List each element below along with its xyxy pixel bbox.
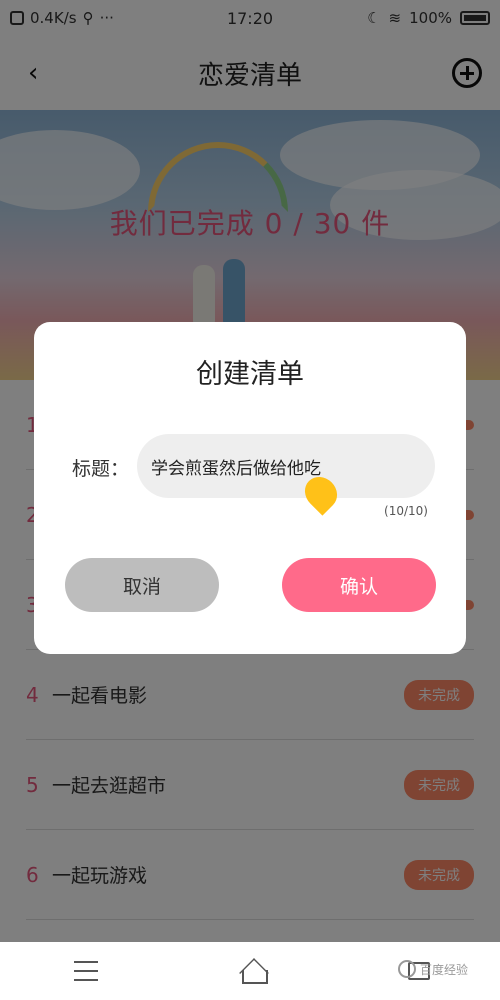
watermark-logo-icon	[398, 960, 416, 978]
watermark: 百度经验	[398, 952, 490, 986]
title-field-label: 标题：	[72, 458, 130, 480]
home-icon[interactable]	[242, 970, 268, 984]
menu-icon[interactable]	[70, 957, 102, 985]
confirm-button[interactable]: 确认	[282, 558, 436, 612]
create-list-dialog: 创建清单 标题： 学会煎蛋然后做给他吃 (10/10) 取消 确认	[34, 322, 466, 654]
dialog-title: 创建清单	[196, 359, 304, 390]
title-input-value: 学会煎蛋然后做给他吃	[151, 458, 321, 479]
title-input[interactable]: 学会煎蛋然后做给他吃	[137, 434, 435, 498]
watermark-text: 百度经验	[420, 962, 469, 977]
char-counter: (10/10)	[384, 504, 428, 518]
cancel-button[interactable]: 取消	[65, 558, 219, 612]
